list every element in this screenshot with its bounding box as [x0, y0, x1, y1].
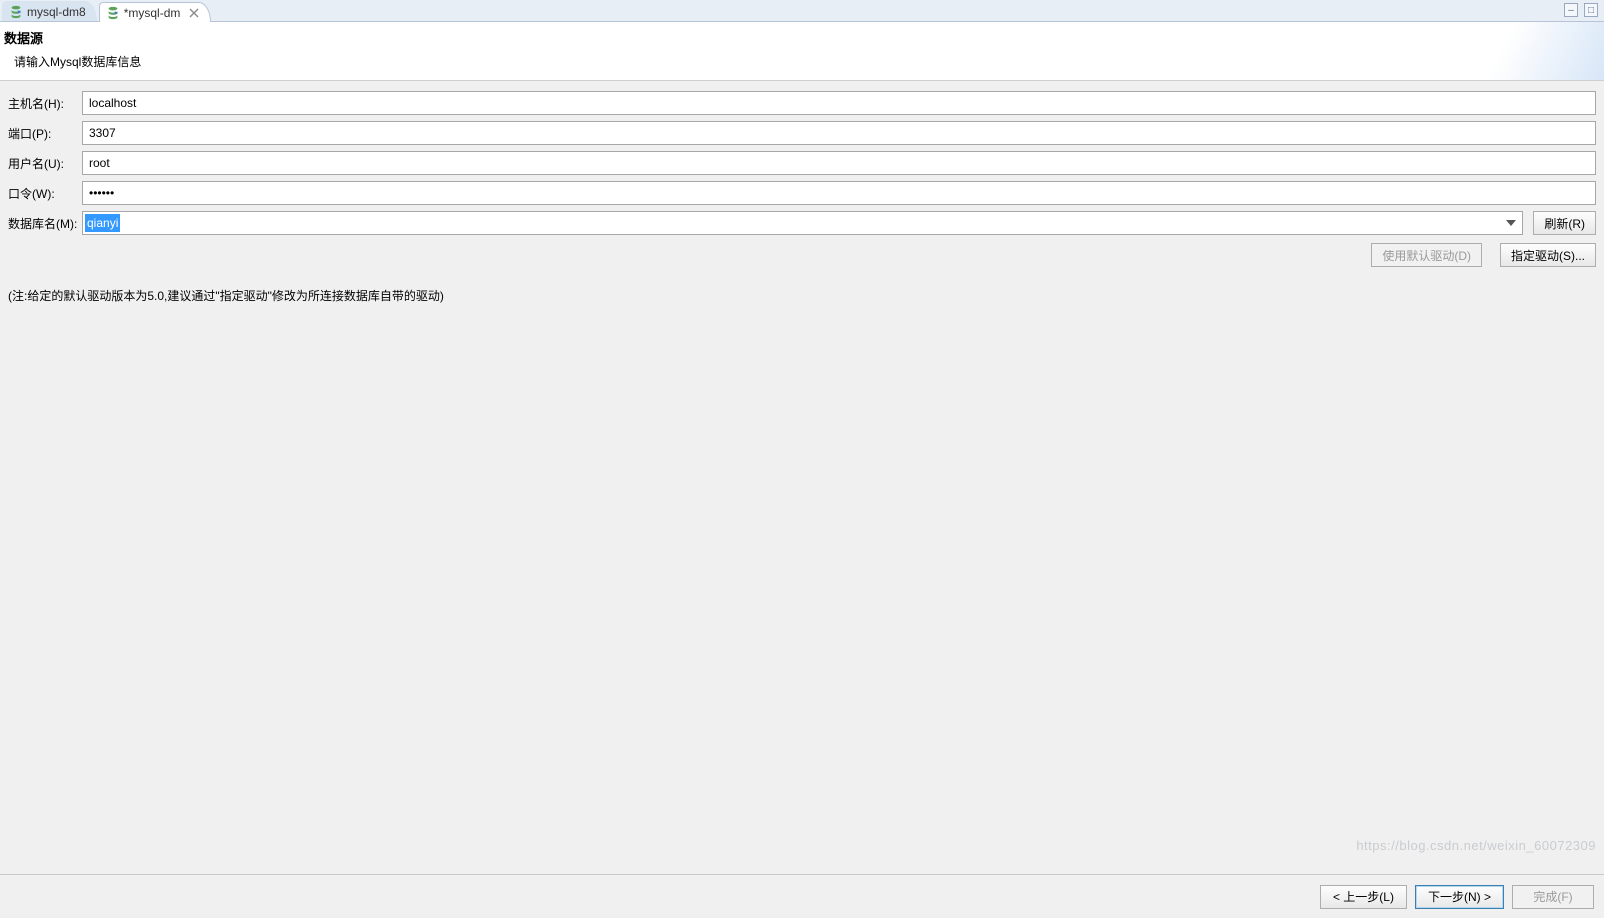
host-input[interactable] [82, 91, 1596, 115]
finish-button: 完成(F) [1512, 885, 1594, 909]
wizard-header: 数据源 请输入Mysql数据库信息 [0, 22, 1604, 81]
label-user: 用户名(U): [8, 155, 82, 172]
tab-mysql-dm8[interactable]: mysql-dm8 [2, 1, 97, 21]
row-database: 数据库名(M): qianyi 刷新(R) [8, 211, 1596, 235]
driver-note: (注:给定的默认驱动版本为5.0,建议通过"指定驱动"修改为所连接数据库自带的驱… [8, 287, 1596, 304]
row-user: 用户名(U): [8, 151, 1596, 175]
driver-buttons-row: 使用默认驱动(D) 指定驱动(S)... [8, 243, 1596, 267]
tab-label: *mysql-dm [124, 6, 181, 20]
label-port: 端口(P): [8, 125, 82, 142]
chevron-down-icon[interactable] [1504, 216, 1518, 230]
label-database: 数据库名(M): [8, 215, 82, 232]
label-password: 口令(W): [8, 185, 82, 202]
minimize-icon[interactable]: ‒ [1564, 3, 1578, 17]
wizard-footer: < 上一步(L) 下一步(N) > 完成(F) [0, 874, 1604, 918]
row-password: 口令(W): [8, 181, 1596, 205]
database-selected-value: qianyi [85, 214, 120, 232]
page-title: 数据源 [4, 28, 1596, 47]
window-controls: ‒ □ [1564, 3, 1598, 17]
use-default-driver-button: 使用默认驱动(D) [1371, 243, 1482, 267]
tab-mysql-dm[interactable]: *mysql-dm [99, 2, 212, 22]
specify-driver-button[interactable]: 指定驱动(S)... [1500, 243, 1596, 267]
form-area: 主机名(H): 端口(P): 用户名(U): 口令(W): 数据库名(M): q… [0, 81, 1604, 879]
refresh-button[interactable]: 刷新(R) [1533, 211, 1596, 235]
label-host: 主机名(H): [8, 95, 82, 112]
tab-label: mysql-dm8 [27, 5, 86, 19]
row-port: 端口(P): [8, 121, 1596, 145]
database-migrate-icon [9, 5, 23, 19]
maximize-icon[interactable]: □ [1584, 3, 1598, 17]
database-combobox[interactable]: qianyi [82, 211, 1523, 235]
row-host: 主机名(H): [8, 91, 1596, 115]
close-icon[interactable] [188, 7, 200, 19]
username-input[interactable] [82, 151, 1596, 175]
port-input[interactable] [82, 121, 1596, 145]
password-input[interactable] [82, 181, 1596, 205]
tab-bar: mysql-dm8 *mysql-dm ‒ □ [0, 0, 1604, 22]
next-button[interactable]: 下一步(N) > [1415, 885, 1504, 909]
watermark-text: https://blog.csdn.net/weixin_60072309 [1356, 838, 1596, 853]
back-button[interactable]: < 上一步(L) [1320, 885, 1407, 909]
database-migrate-icon [106, 6, 120, 20]
page-subtitle: 请输入Mysql数据库信息 [14, 53, 1596, 70]
